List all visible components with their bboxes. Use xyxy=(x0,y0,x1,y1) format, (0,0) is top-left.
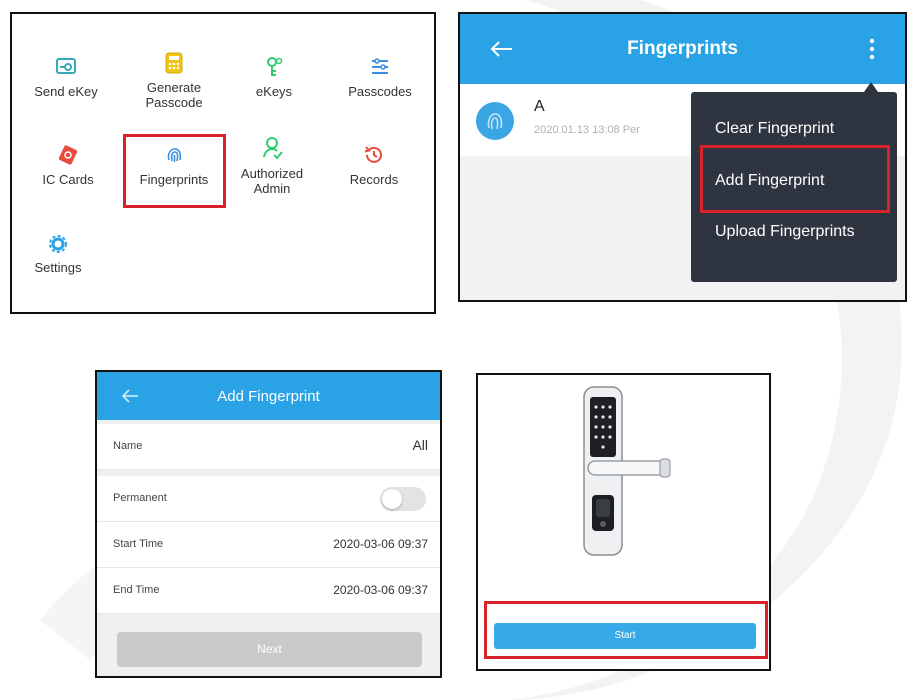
menu-item-authorized-admin[interactable]: Authorized Admin xyxy=(222,136,322,196)
lock-menu-panel: Send eKey Generate Passcode eKeys Passco… xyxy=(10,12,436,314)
start-highlight-box xyxy=(484,601,768,659)
fingerprint-name: A xyxy=(534,98,545,115)
fingerprints-title: Fingerprints xyxy=(627,38,738,59)
add-fingerprint-panel: Add Fingerprint Name All Permanent Start… xyxy=(95,370,442,678)
menu-item-records[interactable]: Records xyxy=(324,144,424,187)
more-options-icon[interactable] xyxy=(868,38,876,60)
menu-item-label: Settings xyxy=(34,260,82,275)
menu-item-label: IC Cards xyxy=(42,172,94,187)
permanent-label: Permanent xyxy=(113,492,167,504)
ic-card-icon xyxy=(58,145,78,165)
menu-item-settings[interactable]: Settings xyxy=(12,234,108,275)
end-time-label: End Time xyxy=(113,584,160,596)
passcode-generator-icon xyxy=(165,52,183,74)
name-field[interactable]: Name All xyxy=(97,424,440,470)
menu-item-passcodes[interactable]: Passcodes xyxy=(330,56,430,99)
fingerprint-avatar-icon xyxy=(476,102,514,140)
passcodes-list-icon xyxy=(372,58,388,74)
dropdown-caret xyxy=(864,82,878,92)
menu-item-send-ekey[interactable]: Send eKey xyxy=(16,56,116,99)
fingerprints-panel: Fingerprints A 2020.01.13 13:08 Per Clea… xyxy=(458,12,907,302)
ekeys-icon xyxy=(267,57,283,76)
menu-item-label: Send eKey xyxy=(34,84,98,99)
add-fingerprint-highlight-box xyxy=(700,145,890,213)
settings-gear-icon xyxy=(49,235,67,253)
name-value: All xyxy=(412,437,428,453)
permanent-toggle[interactable] xyxy=(380,487,426,511)
end-time-field[interactable]: End Time 2020-03-06 09:37 xyxy=(97,568,440,614)
name-label: Name xyxy=(113,440,143,452)
fingerprint-meta: 2020.01.13 13:08 Per xyxy=(534,124,640,136)
fingerprints-highlight-box xyxy=(123,134,226,208)
menu-item-label: eKeys xyxy=(255,84,293,99)
start-time-field[interactable]: Start Time 2020-03-06 09:37 xyxy=(97,522,440,568)
menu-item-generate-passcode[interactable]: Generate Passcode xyxy=(124,52,224,110)
start-time-label: Start Time xyxy=(113,538,164,550)
add-fingerprint-title: Add Fingerprint xyxy=(217,388,320,405)
end-time-value: 2020-03-06 09:37 xyxy=(333,583,428,597)
menu-clear-fingerprint[interactable]: Clear Fingerprint xyxy=(715,120,834,138)
menu-item-ic-cards[interactable]: IC Cards xyxy=(18,144,118,187)
next-button[interactable]: Next xyxy=(117,632,422,667)
send-ekey-icon xyxy=(56,58,76,74)
start-time-value: 2020-03-06 09:37 xyxy=(333,537,428,551)
menu-upload-fingerprints[interactable]: Upload Fingerprints xyxy=(715,223,855,241)
menu-item-label: Passcodes xyxy=(348,84,412,99)
fingerprints-app-bar: Fingerprints xyxy=(460,14,905,84)
menu-item-ekeys[interactable]: eKeys xyxy=(224,56,324,99)
menu-item-label: Authorized Admin xyxy=(240,166,304,196)
records-history-icon xyxy=(364,146,382,163)
add-fingerprint-app-bar: Add Fingerprint xyxy=(97,372,440,420)
menu-item-label: Records xyxy=(349,172,399,187)
start-enrollment-panel: Start xyxy=(476,373,771,671)
admin-user-icon xyxy=(263,137,283,160)
permanent-field: Permanent xyxy=(97,476,440,522)
smart-lock-illustration xyxy=(583,386,671,556)
menu-item-label: Generate Passcode xyxy=(145,80,203,110)
